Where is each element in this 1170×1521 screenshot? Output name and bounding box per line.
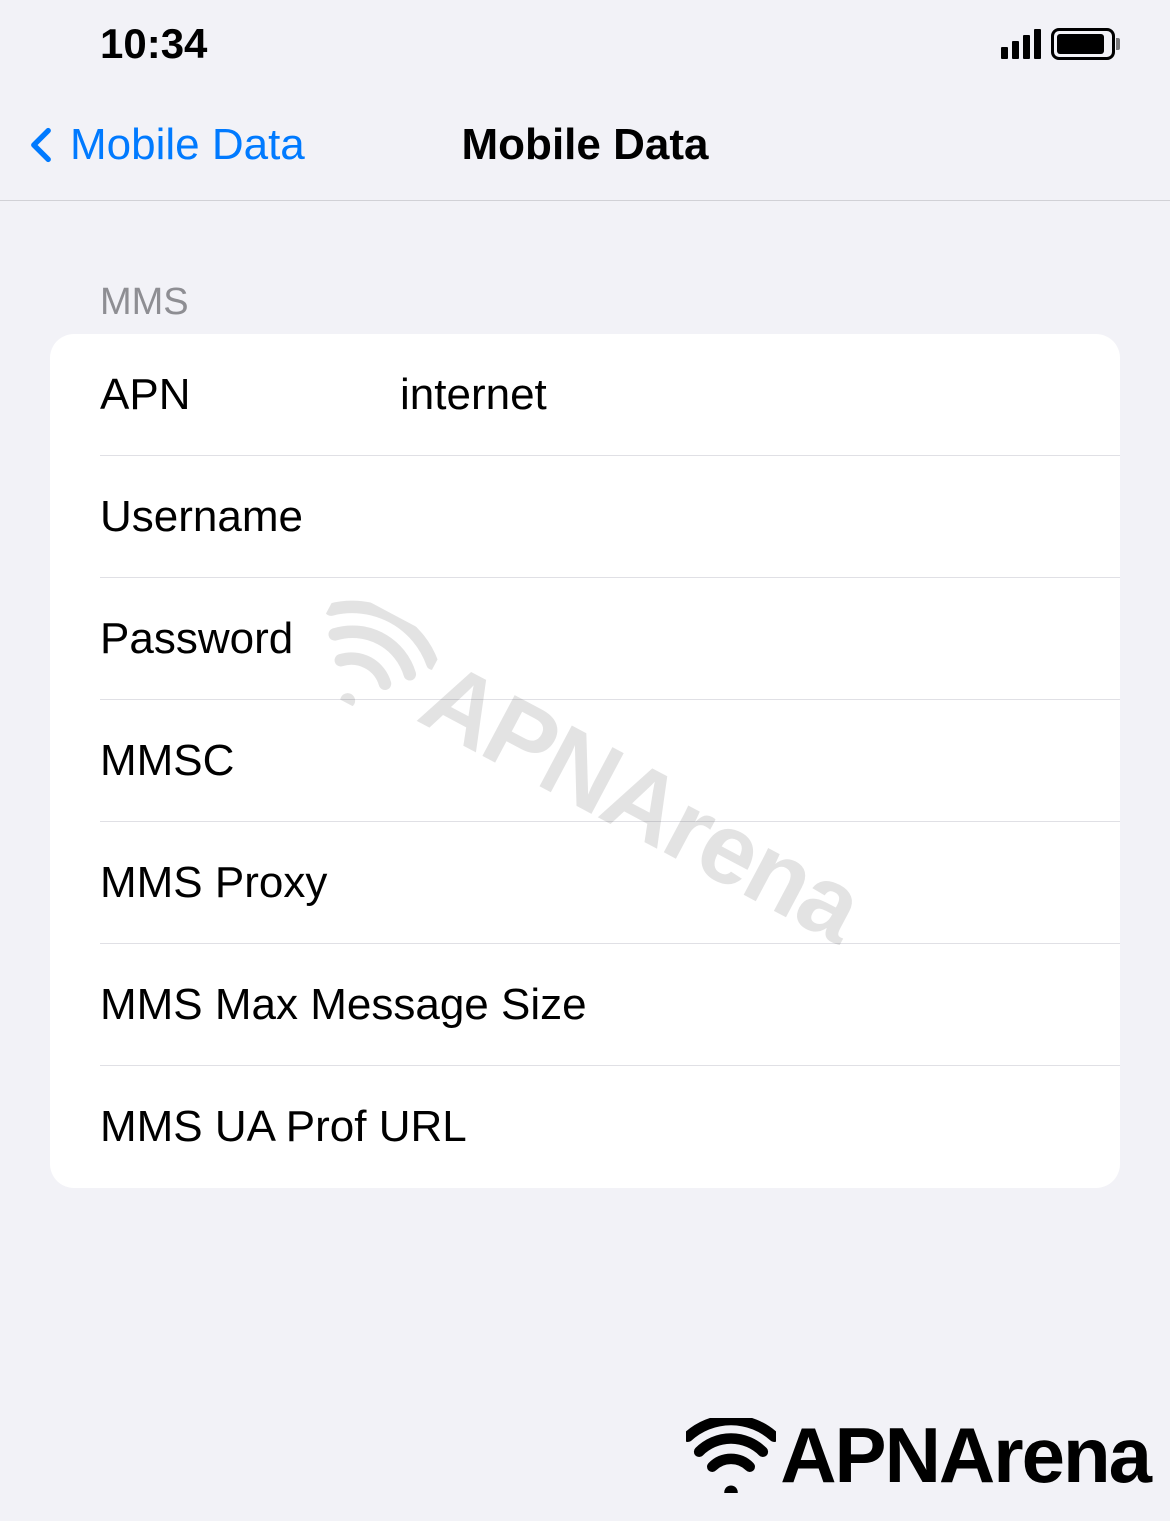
mms-ua-prof-row[interactable]: MMS UA Prof URL (50, 1066, 1120, 1188)
mms-proxy-label: MMS Proxy (100, 858, 400, 908)
apn-row[interactable]: APN (50, 334, 1120, 456)
apn-input[interactable] (400, 370, 1120, 420)
mms-max-size-input[interactable] (587, 980, 1120, 1030)
content-area: MMS APN Username Password MMSC MMS Proxy… (0, 201, 1170, 1188)
mms-max-size-row[interactable]: MMS Max Message Size (50, 944, 1120, 1066)
password-row[interactable]: Password (50, 578, 1120, 700)
back-label: Mobile Data (70, 120, 305, 170)
mmsc-input[interactable] (400, 736, 1120, 786)
battery-icon (1051, 28, 1120, 60)
footer-brand: APNArena (686, 1410, 1150, 1501)
navigation-bar: Mobile Data Mobile Data (0, 80, 1170, 201)
mms-max-size-label: MMS Max Message Size (100, 980, 587, 1030)
mms-ua-prof-label: MMS UA Prof URL (100, 1102, 467, 1152)
section-header-mms: MMS (50, 201, 1120, 334)
mms-proxy-input[interactable] (400, 858, 1120, 908)
back-button[interactable]: Mobile Data (30, 120, 305, 170)
apn-label: APN (100, 370, 400, 420)
password-input[interactable] (400, 614, 1120, 664)
wifi-icon (686, 1418, 776, 1493)
mmsc-label: MMSC (100, 736, 400, 786)
status-time: 10:34 (100, 20, 207, 68)
mms-proxy-row[interactable]: MMS Proxy (50, 822, 1120, 944)
footer-brand-text: APNArena (780, 1410, 1150, 1501)
password-label: Password (100, 614, 400, 664)
status-icons (1001, 28, 1120, 60)
chevron-left-icon (30, 127, 52, 163)
cellular-signal-icon (1001, 29, 1041, 59)
settings-group-mms: APN Username Password MMSC MMS Proxy MMS… (50, 334, 1120, 1188)
username-row[interactable]: Username (50, 456, 1120, 578)
status-bar: 10:34 (0, 0, 1170, 80)
username-label: Username (100, 492, 400, 542)
mmsc-row[interactable]: MMSC (50, 700, 1120, 822)
mms-ua-prof-input[interactable] (467, 1102, 1120, 1152)
username-input[interactable] (400, 492, 1120, 542)
